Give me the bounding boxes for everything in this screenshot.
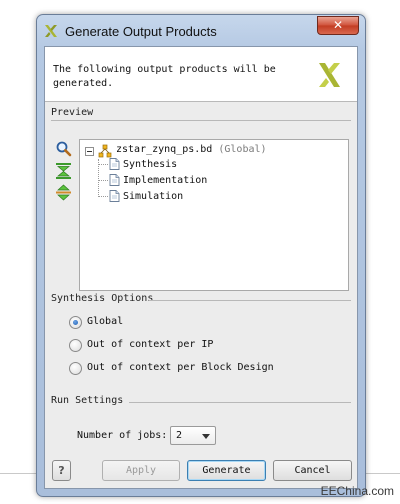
header-message: The following output products will be ge… xyxy=(53,63,293,91)
header-message-line1: The following output products will be xyxy=(53,64,276,75)
collapse-toggle-icon[interactable] xyxy=(85,147,94,156)
watermark-text: EEChina.com xyxy=(320,484,394,498)
radio-button-selected[interactable] xyxy=(69,316,82,329)
bd-file-name: zstar_zynq_ps.bd xyxy=(116,144,213,155)
tree-item-simulation[interactable]: Simulation xyxy=(123,191,183,202)
apply-button[interactable]: Apply xyxy=(102,460,180,481)
tree-connector xyxy=(99,196,108,197)
xilinx-logo-icon xyxy=(319,63,340,87)
title-bar[interactable]: Generate Output Products ✕ xyxy=(37,15,365,47)
number-of-jobs-dropdown[interactable]: 2 xyxy=(170,426,216,445)
collapse-all-icon[interactable] xyxy=(55,162,73,180)
window-title: Generate Output Products xyxy=(65,24,217,39)
search-icon[interactable] xyxy=(55,140,73,158)
synthesis-options-label: Synthesis Options xyxy=(51,293,154,304)
preview-tree[interactable]: zstar_zynq_ps.bd (Global) Synthesis Impl… xyxy=(79,139,349,291)
header-panel: The following output products will be ge… xyxy=(45,47,357,102)
tree-item-synthesis[interactable]: Synthesis xyxy=(123,159,177,170)
preview-section-label: Preview xyxy=(51,107,94,118)
close-icon: ✕ xyxy=(332,18,344,32)
tree-item-implementation[interactable]: Implementation xyxy=(123,175,207,186)
radio-label-ooc-per-block-design: Out of context per Block Design xyxy=(87,362,274,373)
number-of-jobs-value: 2 xyxy=(176,430,183,441)
radio-label-global: Global xyxy=(87,316,124,327)
run-settings-label: Run Settings xyxy=(51,395,124,406)
radio-label-ooc-per-ip: Out of context per IP xyxy=(87,339,214,350)
tree-connector xyxy=(99,164,108,165)
help-button[interactable]: ? xyxy=(52,460,71,481)
bd-scope-note: (Global) xyxy=(218,144,267,155)
preview-section-divider xyxy=(51,120,351,121)
synthesis-options-divider xyxy=(149,300,351,301)
xilinx-logo-icon xyxy=(45,25,57,37)
cancel-button[interactable]: Cancel xyxy=(273,460,352,481)
radio-button[interactable] xyxy=(69,339,82,352)
generate-button[interactable]: Generate xyxy=(187,460,266,481)
dialog-content: The following output products will be ge… xyxy=(44,46,358,489)
radio-button[interactable] xyxy=(69,362,82,375)
number-of-jobs-label: Number of jobs: xyxy=(77,430,168,441)
run-settings-divider xyxy=(129,402,351,403)
block-design-icon xyxy=(98,144,112,158)
generate-output-products-dialog: Generate Output Products ✕ The following… xyxy=(36,14,366,497)
chevron-down-icon xyxy=(202,434,210,439)
header-message-line2: generated. xyxy=(53,78,114,89)
expand-all-icon[interactable] xyxy=(55,184,73,202)
document-icon xyxy=(109,190,120,202)
document-icon xyxy=(109,158,120,170)
document-icon xyxy=(109,174,120,186)
tree-root-label: zstar_zynq_ps.bd (Global) xyxy=(116,144,267,155)
close-button[interactable]: ✕ xyxy=(317,16,359,35)
tree-connector xyxy=(99,180,108,181)
